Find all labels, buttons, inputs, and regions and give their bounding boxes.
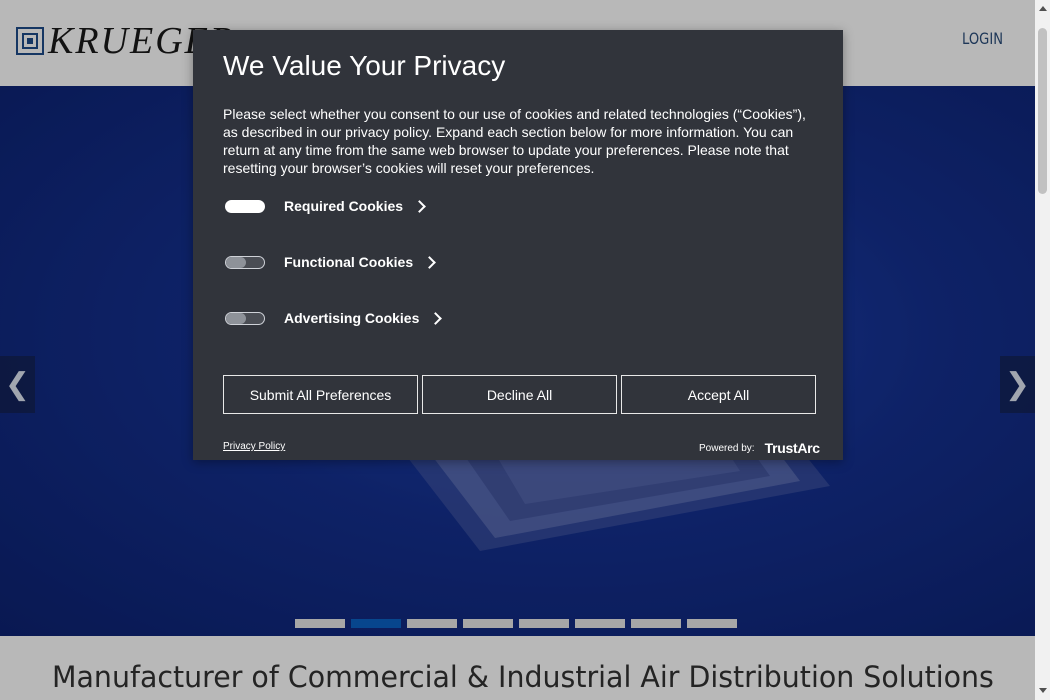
chevron-right-icon — [413, 199, 426, 213]
scrollbar-thumb[interactable] — [1038, 28, 1047, 194]
advertising-cookies-label: Advertising Cookies — [284, 310, 420, 326]
accept-all-button[interactable]: Accept All — [621, 375, 816, 414]
privacy-policy-link[interactable]: Privacy Policy — [223, 441, 285, 452]
functional-cookies-toggle[interactable] — [225, 255, 265, 269]
required-cookies-toggle[interactable] — [225, 199, 265, 213]
dialog-description: Please select whether you consent to our… — [223, 106, 806, 176]
decline-all-button[interactable]: Decline All — [422, 375, 617, 414]
trustarc-logo[interactable]: TrustArc — [765, 440, 820, 456]
privacy-consent-dialog: We Value Your Privacy Please select whet… — [193, 30, 843, 460]
advertising-cookies-row[interactable]: Advertising Cookies — [225, 310, 443, 326]
functional-cookies-row[interactable]: Functional Cookies — [225, 254, 436, 270]
required-cookies-label: Required Cookies — [284, 198, 404, 214]
submit-preferences-button[interactable]: Submit All Preferences — [223, 375, 418, 414]
page: KRUEGER LOGIN ❮ ❯ Manufacturer of Commer… — [0, 0, 1050, 700]
required-cookies-row[interactable]: Required Cookies — [225, 198, 426, 214]
powered-by: Powered by: TrustArc — [699, 440, 820, 456]
scroll-down-arrow-icon[interactable] — [1039, 688, 1047, 693]
page-scrollbar[interactable] — [1035, 0, 1050, 700]
dialog-actions: Submit All Preferences Decline All Accep… — [223, 375, 816, 414]
dialog-title: We Value Your Privacy — [223, 50, 506, 81]
powered-by-label: Powered by: — [699, 442, 755, 454]
advertising-cookies-toggle[interactable] — [225, 311, 265, 325]
functional-cookies-label: Functional Cookies — [284, 254, 414, 270]
chevron-right-icon — [429, 311, 443, 325]
scroll-up-arrow-icon[interactable] — [1039, 6, 1047, 11]
chevron-right-icon — [423, 255, 436, 269]
